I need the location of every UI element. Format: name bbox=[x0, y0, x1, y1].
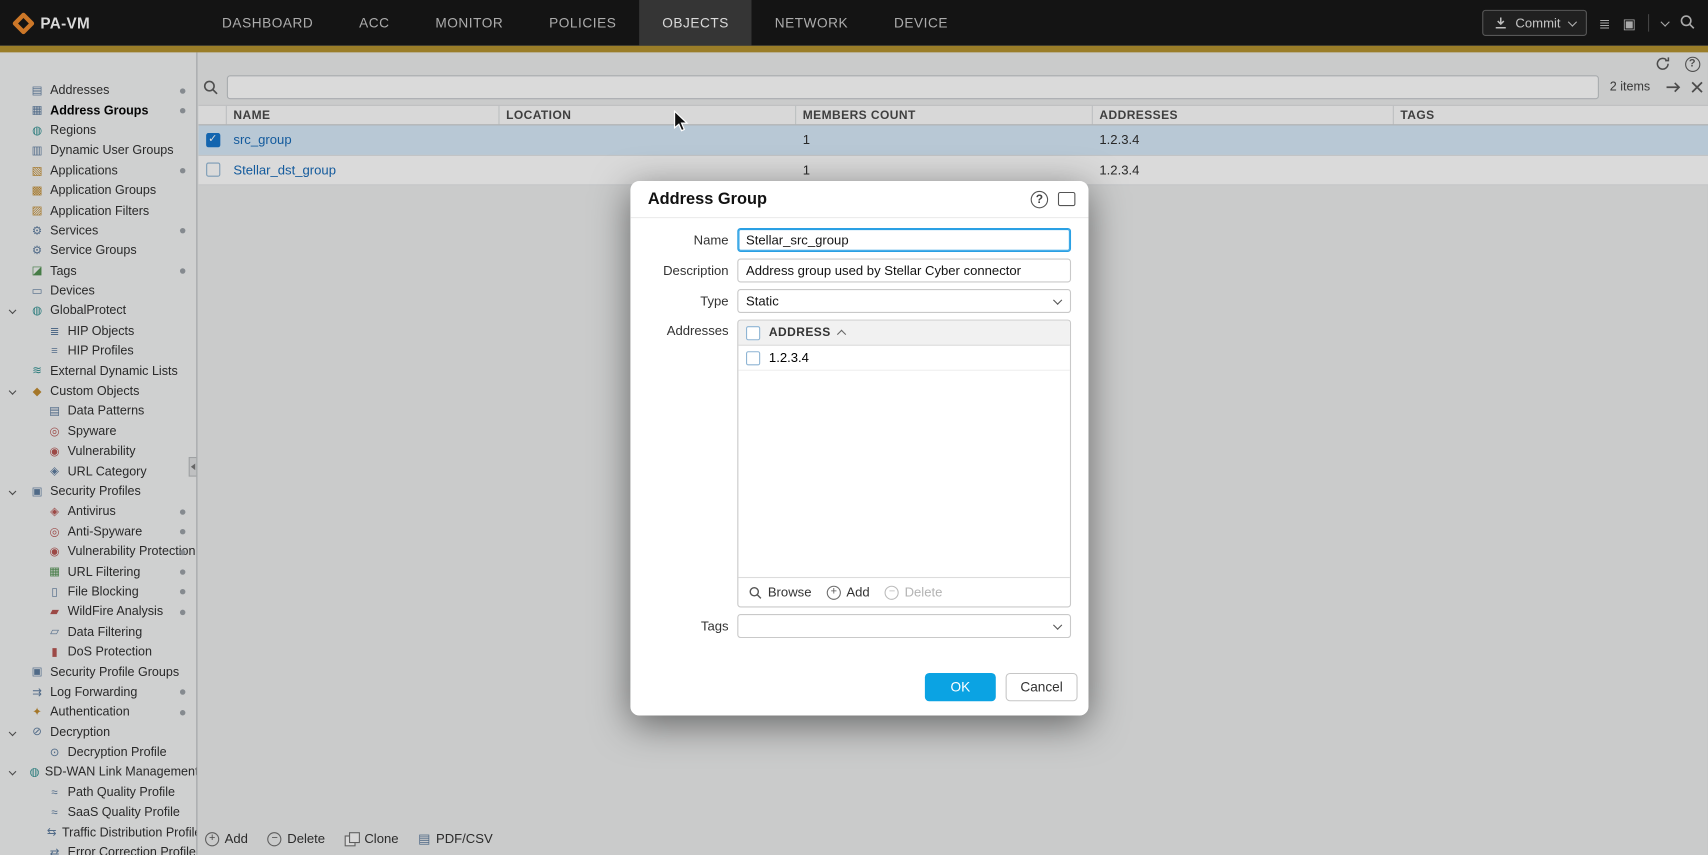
address-group-dialog: Address Group ? Name Description Type St… bbox=[630, 181, 1088, 715]
help-icon[interactable]: ? bbox=[1031, 190, 1048, 207]
address-list-item[interactable]: 1.2.3.4 bbox=[738, 346, 1070, 371]
delete-address-label: Delete bbox=[905, 585, 943, 600]
addresses-listbox: ADDRESS 1.2.3.4 Browse + Add bbox=[737, 320, 1071, 608]
addresses-empty-area bbox=[738, 371, 1070, 577]
cancel-button[interactable]: Cancel bbox=[1006, 673, 1078, 701]
minus-icon: − bbox=[885, 585, 899, 599]
chevron-down-icon bbox=[1053, 621, 1062, 630]
dialog-title: Address Group bbox=[648, 190, 1031, 209]
dialog-form: Name Description Type Static Addresses bbox=[630, 218, 1088, 638]
sort-ascending-icon[interactable] bbox=[836, 330, 845, 339]
delete-address-button[interactable]: −Delete bbox=[885, 585, 942, 600]
tags-select[interactable] bbox=[737, 614, 1071, 638]
addresses-label: Addresses bbox=[630, 320, 737, 339]
plus-icon: + bbox=[827, 585, 841, 599]
ok-button[interactable]: OK bbox=[925, 673, 996, 701]
dialog-footer: OK Cancel bbox=[630, 645, 1088, 716]
type-selected-value: Static bbox=[746, 293, 779, 308]
tags-label: Tags bbox=[630, 618, 737, 633]
description-field[interactable] bbox=[737, 258, 1071, 282]
type-label: Type bbox=[630, 293, 737, 308]
address-checkbox[interactable] bbox=[746, 351, 760, 365]
addresses-list-header: ADDRESS bbox=[738, 321, 1070, 346]
dialog-header: Address Group ? bbox=[630, 181, 1088, 218]
name-field[interactable] bbox=[737, 228, 1071, 252]
dock-window-icon[interactable] bbox=[1058, 192, 1075, 206]
address-value: 1.2.3.4 bbox=[769, 350, 809, 365]
browse-label: Browse bbox=[768, 585, 812, 600]
pa-vm-objects-page: PA-VM DASHBOARD ACC MONITOR POLICIES OBJ… bbox=[0, 0, 1708, 855]
chevron-down-icon bbox=[1053, 296, 1062, 305]
browse-icon bbox=[748, 585, 762, 599]
description-label: Description bbox=[630, 263, 737, 278]
name-label: Name bbox=[630, 232, 737, 247]
browse-button[interactable]: Browse bbox=[748, 585, 811, 600]
add-address-label: Add bbox=[846, 585, 869, 600]
addresses-toolbar: Browse + Add −Delete bbox=[738, 577, 1070, 606]
select-all-checkbox[interactable] bbox=[746, 326, 760, 340]
add-address-button[interactable]: + Add bbox=[827, 585, 870, 600]
address-column-header[interactable]: ADDRESS bbox=[769, 326, 831, 339]
type-select[interactable]: Static bbox=[737, 289, 1071, 313]
